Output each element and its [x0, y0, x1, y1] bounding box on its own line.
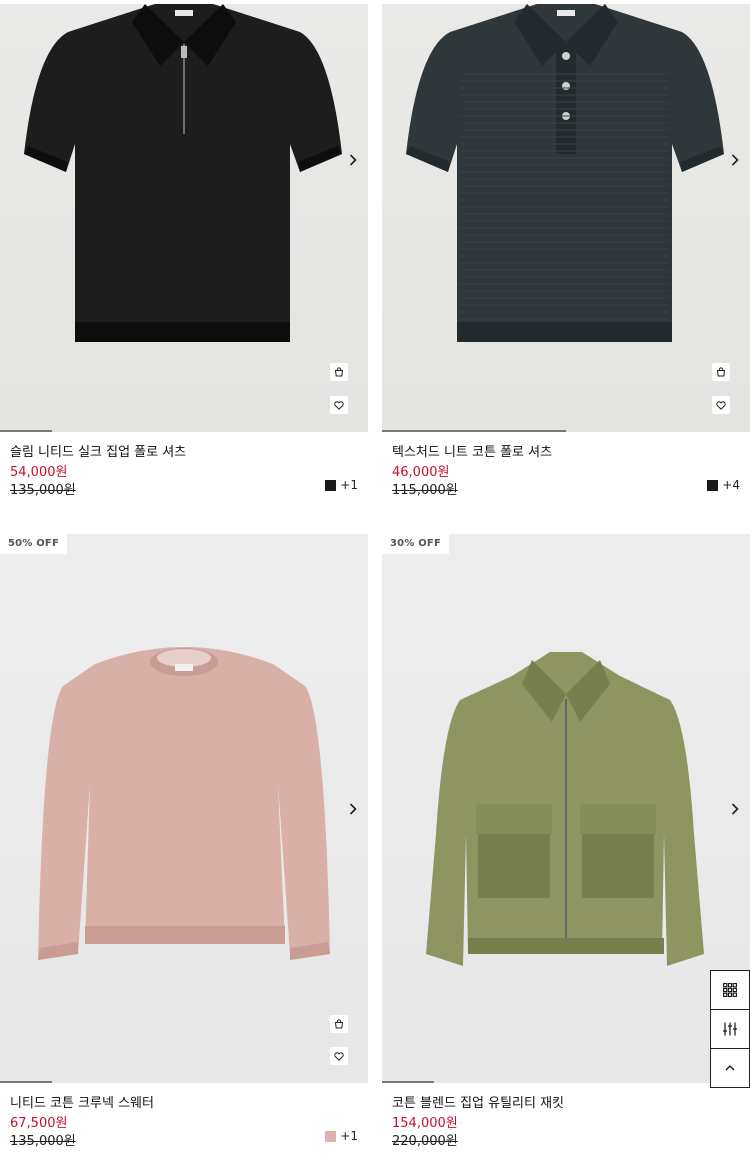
shopping-bag-icon[interactable]	[330, 1015, 348, 1033]
product-info: 코튼 블렌드 집업 유틸리티 재킷 154,000원 220,000원	[382, 1083, 750, 1171]
more-colors-count: +1	[340, 1129, 358, 1143]
product-name[interactable]: 텍스처드 니트 코튼 폴로 셔츠	[392, 444, 740, 462]
product-photo	[406, 4, 724, 342]
color-swatch[interactable]	[707, 479, 719, 491]
product-card[interactable]: 30% OFF 코튼 블렌드 집업 유틸리티 재킷 154,000원 220,0…	[382, 534, 750, 1171]
product-photo	[38, 647, 330, 960]
product-image[interactable]: 30% OFF	[382, 534, 750, 1083]
product-info: 텍스처드 니트 코튼 폴로 셔츠 46,000원 115,000원 +4	[382, 432, 750, 530]
discount-badge: 30% OFF	[382, 534, 449, 554]
chevron-right-icon[interactable]	[346, 150, 360, 170]
shopping-bag-icon[interactable]	[330, 363, 348, 381]
product-name[interactable]: 슬림 니티드 실크 집업 폴로 셔츠	[10, 444, 358, 462]
sale-price: 154,000원	[392, 1116, 458, 1131]
product-card[interactable]: 텍스처드 니트 코튼 폴로 셔츠 46,000원 115,000원 +4	[382, 0, 750, 530]
product-image[interactable]	[0, 0, 368, 432]
product-photo	[24, 4, 342, 342]
floating-toolbar	[710, 970, 750, 1088]
heart-icon[interactable]	[330, 1047, 348, 1065]
product-info: 슬림 니티드 실크 집업 폴로 셔츠 54,000원 135,000원 +1	[0, 432, 368, 530]
product-card[interactable]: 50% OFF 니티드 코튼 크루넥 스웨터 67,500원 135,000원 …	[0, 534, 368, 1171]
more-colors-count: +4	[722, 478, 740, 492]
color-options[interactable]: +1	[325, 478, 358, 492]
original-price: 220,000원	[392, 1134, 458, 1149]
original-price: 135,000원	[10, 1134, 76, 1149]
color-options[interactable]: +1	[325, 1129, 358, 1143]
more-colors-count: +1	[340, 478, 358, 492]
chevron-up-icon[interactable]	[710, 1048, 750, 1088]
product-photo	[426, 652, 704, 966]
chevron-right-icon[interactable]	[728, 150, 742, 170]
heart-icon[interactable]	[330, 396, 348, 414]
product-card[interactable]: 슬림 니티드 실크 집업 폴로 셔츠 54,000원 135,000원 +1	[0, 0, 368, 530]
discount-badge: 50% OFF	[0, 534, 67, 554]
product-image[interactable]	[382, 0, 750, 432]
product-name[interactable]: 니티드 코튼 크루넥 스웨터	[10, 1095, 358, 1113]
color-options[interactable]: +4	[707, 478, 740, 492]
product-name[interactable]: 코튼 블렌드 집업 유틸리티 재킷	[392, 1095, 740, 1113]
original-price: 135,000원	[10, 483, 76, 498]
product-info: 니티드 코튼 크루넥 스웨터 67,500원 135,000원 +1	[0, 1083, 368, 1171]
sale-price: 67,500원	[10, 1116, 68, 1131]
color-swatch[interactable]	[325, 1130, 337, 1142]
sale-price: 54,000원	[10, 465, 68, 480]
heart-icon[interactable]	[712, 396, 730, 414]
grid-view-icon[interactable]	[710, 970, 750, 1010]
chevron-right-icon[interactable]	[346, 799, 360, 819]
filter-sliders-icon[interactable]	[710, 1009, 750, 1049]
sale-price: 46,000원	[392, 465, 450, 480]
shopping-bag-icon[interactable]	[712, 363, 730, 381]
product-grid: 슬림 니티드 실크 집업 폴로 셔츠 54,000원 135,000원 +1 텍…	[0, 0, 750, 1171]
chevron-right-icon[interactable]	[728, 799, 742, 819]
original-price: 115,000원	[392, 483, 458, 498]
product-image[interactable]: 50% OFF	[0, 534, 368, 1083]
color-swatch[interactable]	[325, 479, 337, 491]
